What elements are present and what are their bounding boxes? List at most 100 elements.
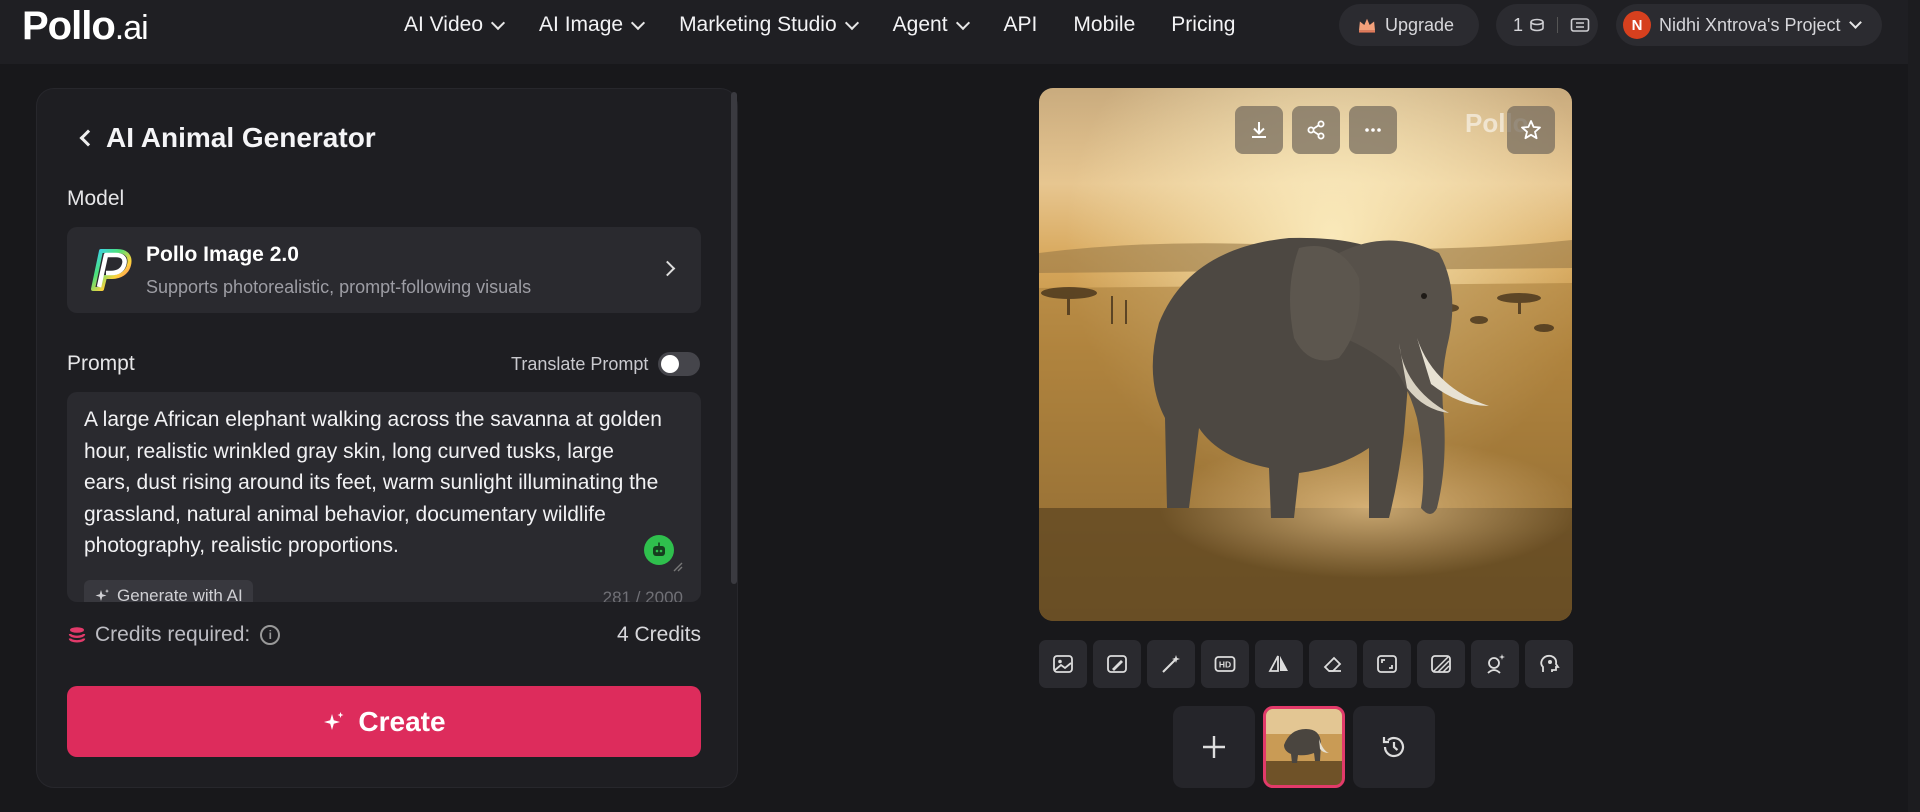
create-label: Create [358,705,446,737]
image-to-image-button[interactable] [1039,640,1087,688]
crown-icon [1359,18,1375,33]
nav-ai-video[interactable]: AI Video [404,13,506,37]
nav-ai-video-label: AI Video [404,13,484,36]
credits-required-value: 4 Credits [616,623,701,646]
ticket-icon [1570,18,1590,32]
generate-with-ai-button[interactable]: Generate with AI [84,580,253,602]
character-count: 281 / 2000 [602,588,683,602]
nav-marketing-studio[interactable]: Marketing Studio [679,13,859,37]
nav-api-label: API [1003,13,1038,36]
face-swap-icon [1487,654,1505,674]
nav-pricing-label: Pricing [1171,13,1236,36]
star-icon [1521,120,1541,140]
prompt-label: Prompt [67,352,135,375]
magic-wand-button[interactable] [1147,640,1195,688]
prompt-textarea[interactable]: A large African elephant walking across … [67,392,701,602]
new-generation-button[interactable] [1173,706,1255,788]
project-name: Nidhi Xntrova's Project [1659,14,1841,35]
nav-ai-image-label: AI Image [539,13,624,36]
credits-required-label: Credits required: [95,623,251,646]
image-edit-button[interactable] [1093,640,1141,688]
translate-prompt-toggle[interactable] [658,352,701,376]
model-selector[interactable]: Pollo Image 2.0 Supports photorealistic,… [67,227,701,313]
magic-wand-icon [1162,655,1180,673]
remove-bg-icon [1431,655,1451,673]
elephant-savanna-image: Pollo [1039,88,1572,621]
more-options-button[interactable] [1349,106,1397,154]
chevron-down-icon [955,15,970,30]
image-thumbnail[interactable] [1263,706,1345,788]
face-swap-button[interactable] [1471,640,1519,688]
nav-mobile[interactable]: Mobile [1073,13,1135,37]
pollo-model-logo-icon [91,249,132,291]
favorite-button[interactable] [1507,106,1555,154]
nav-marketing-studio-label: Marketing Studio [679,13,837,36]
nav-ai-image[interactable]: AI Image [539,13,646,37]
model-description: Supports photorealistic, prompt-followin… [146,277,532,297]
page-scrollbar[interactable] [1908,0,1920,812]
generation-history-row [1173,706,1435,788]
history-button[interactable] [1353,706,1435,788]
upgrade-label: Upgrade [1385,14,1455,35]
download-icon [1252,122,1266,138]
generate-with-ai-label: Generate with AI [117,586,243,602]
mirror-icon [1268,655,1288,672]
nav-mobile-label: Mobile [1073,13,1136,36]
coins-icon [1530,18,1544,32]
expand-button[interactable] [1363,640,1411,688]
elephant-thumbnail-image [1266,709,1342,785]
expand-icon [1377,655,1397,673]
panel-scrollbar[interactable] [731,92,737,584]
credits-pill[interactable]: 1 [1496,4,1598,46]
head-profile-button[interactable] [1525,640,1573,688]
share-button[interactable] [1292,106,1340,154]
nav-agent-label: Agent [892,13,948,36]
head-profile-icon [1540,654,1560,672]
chevron-down-icon [490,15,506,30]
model-label: Model [67,187,125,210]
eraser-icon [1323,656,1342,672]
top-navigation-bar: Pollo.ai AI Video AI Image Marketing Stu… [0,0,1920,64]
resize-handle-icon[interactable] [671,560,683,572]
image-tools-toolbar: HD [1039,640,1573,688]
image-to-image-icon [1053,655,1073,673]
back-button[interactable]: AI Animal Generator [78,122,376,154]
hd-upscale-button[interactable]: HD [1201,640,1249,688]
main-nav: AI Video AI Image Marketing Studio Agent… [404,0,1235,50]
model-name: Pollo Image 2.0 [146,243,299,266]
info-icon[interactable]: i [260,625,281,645]
hd-upscale-icon: HD [1214,656,1236,672]
create-button[interactable]: Create [67,686,701,757]
share-icon [1307,120,1325,140]
eraser-button[interactable] [1309,640,1357,688]
sparkle-icon [95,589,109,601]
remove-background-button[interactable] [1417,640,1465,688]
credits-required-row: Credits required: i 4 Credits [67,620,701,650]
more-icon [1365,128,1381,132]
image-edit-icon [1107,655,1127,673]
sparkle-icon [324,711,344,730]
nav-agent[interactable]: Agent [892,13,970,37]
pollo-logo[interactable]: Pollo.ai [22,4,149,49]
prompt-text[interactable]: A large African elephant walking across … [84,404,664,562]
ai-assistant-robot-button[interactable] [644,535,674,565]
translate-prompt-label: Translate Prompt [511,353,649,374]
mirror-button[interactable] [1255,640,1303,688]
divider [1557,17,1559,33]
plus-icon [1203,736,1225,758]
nav-pricing[interactable]: Pricing [1171,13,1235,37]
history-icon [1382,736,1405,758]
svg-text:HD: HD [1219,660,1231,670]
generated-image-preview[interactable]: Pollo [1039,88,1572,621]
robot-icon [653,542,665,556]
nav-api[interactable]: API [1004,13,1038,37]
page-title: AI Animal Generator [106,122,376,153]
translate-prompt-control: Translate Prompt [511,352,701,376]
credits-count: 1 [1513,14,1524,35]
chevron-down-icon [630,15,646,30]
upgrade-button[interactable]: Upgrade [1339,4,1479,46]
download-button[interactable] [1235,106,1283,154]
project-selector[interactable]: N Nidhi Xntrova's Project [1616,4,1882,46]
brand-suffix: .ai [114,9,149,47]
chevron-right-icon [659,260,676,277]
